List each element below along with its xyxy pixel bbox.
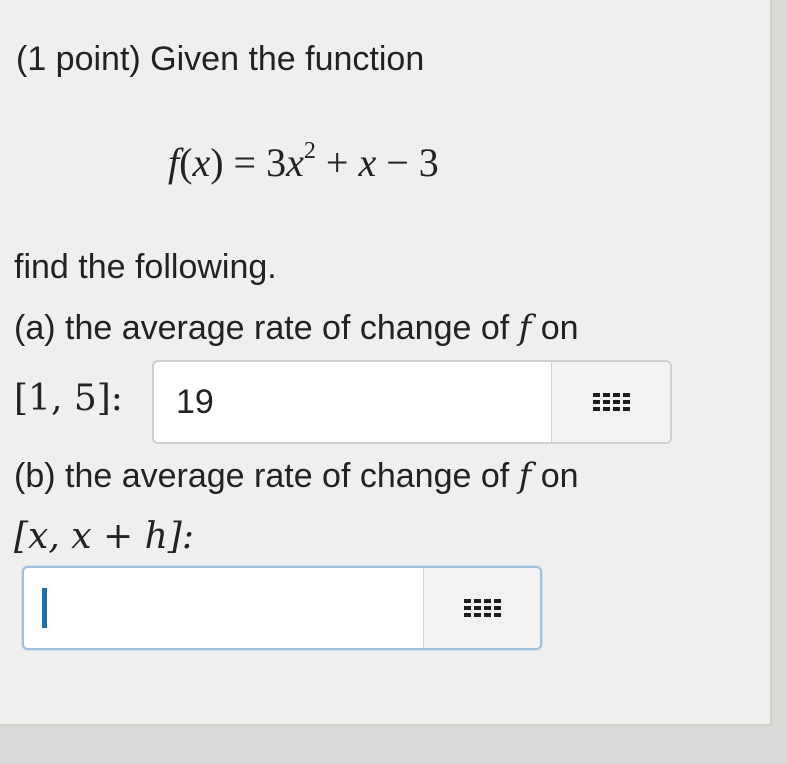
part-a-equation-palette-button[interactable] bbox=[551, 362, 670, 442]
equation-palette-grid-icon bbox=[592, 393, 630, 411]
part-a-answer-field[interactable]: 19 bbox=[152, 360, 672, 444]
text-cursor bbox=[42, 588, 47, 628]
part-b-equation-palette-button[interactable] bbox=[423, 568, 540, 648]
equation-palette-grid-icon bbox=[463, 599, 501, 617]
function-formula: f(x) = 3x2 + x − 3 bbox=[168, 138, 439, 185]
part-a-answer-value[interactable]: 19 bbox=[154, 383, 551, 422]
part-b-answer-field[interactable] bbox=[22, 566, 542, 650]
instruction-text: find the following. bbox=[14, 248, 277, 286]
problem-intro: (1 point) Given the function bbox=[16, 40, 425, 78]
part-a-prompt: (a) the average rate of change of f on bbox=[14, 308, 579, 348]
part-b-interval: [x, x + h]: bbox=[14, 516, 194, 557]
part-b-prompt: (b) the average rate of change of f on bbox=[14, 456, 579, 496]
part-a-interval: [1, 5]: bbox=[14, 378, 123, 419]
problem-panel: (1 point) Given the function f(x) = 3x2 … bbox=[0, 0, 772, 726]
